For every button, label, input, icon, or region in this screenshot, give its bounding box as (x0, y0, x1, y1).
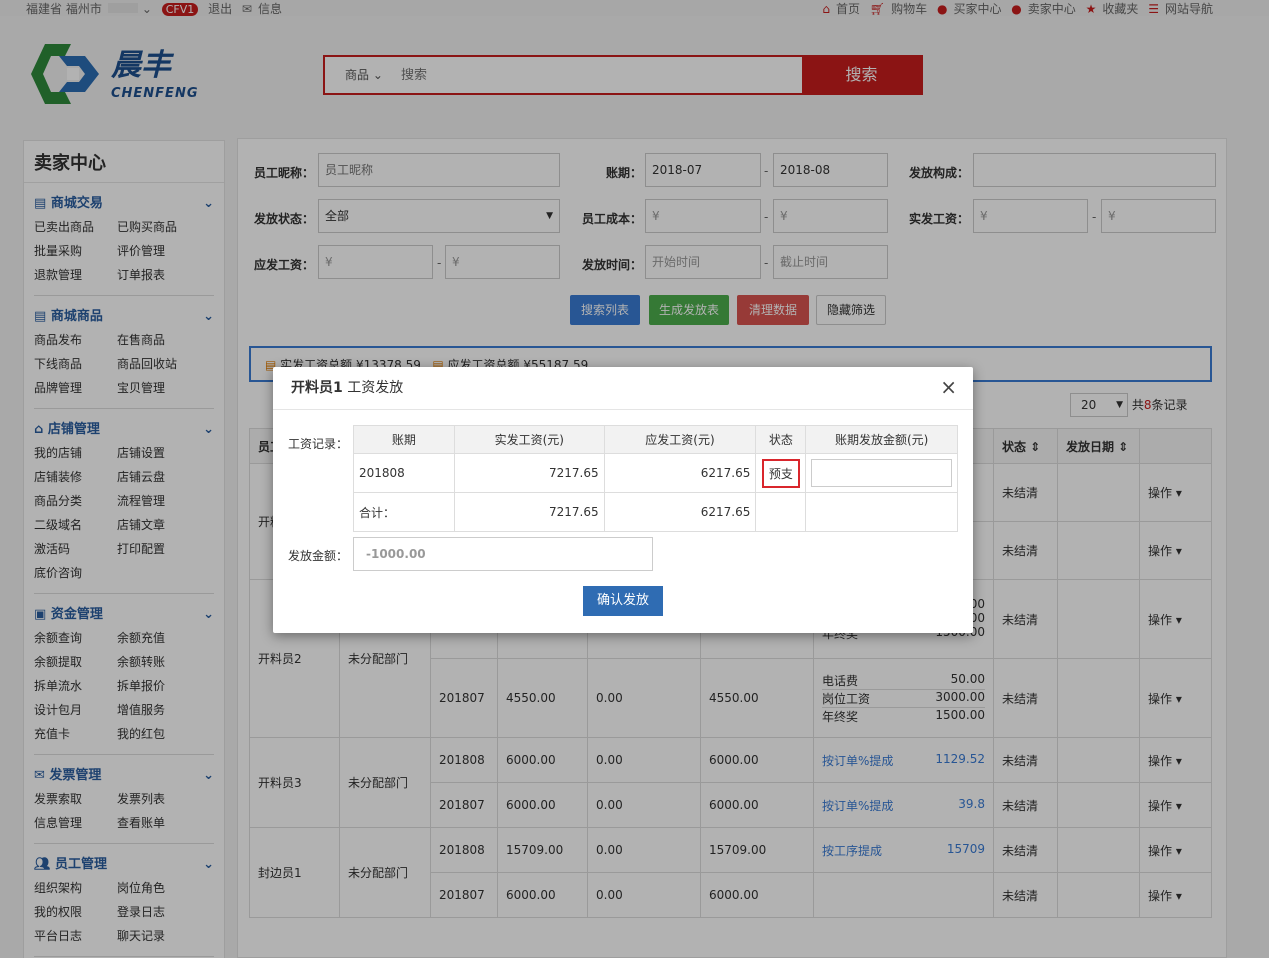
sum-label: 合计： (353, 492, 455, 532)
status-badge: 预支 (761, 458, 800, 488)
record-label: 工资记录： (288, 437, 349, 451)
salary-payout-dialog: 开料员1 工资发放 × 工资记录： 账期 实发工资(元) 应发工资(元) 状态 … (273, 367, 973, 633)
dialog-title: 开料员1 工资发放 (273, 367, 973, 410)
amount-input[interactable]: -1000.00 (353, 537, 653, 571)
period-cell: 201808 (353, 453, 455, 493)
period-amount-input[interactable] (811, 459, 952, 487)
salary-record-table: 账期 实发工资(元) 应发工资(元) 状态 账期发放金额(元) 201808 7… (353, 425, 958, 532)
amount-label: 发放金额： (288, 549, 349, 563)
actual-cell: 7217.65 (453, 453, 605, 493)
confirm-payout-button[interactable]: 确认发放 (583, 586, 663, 616)
due-cell: 6217.65 (603, 453, 757, 493)
close-icon[interactable]: × (940, 377, 957, 397)
sum-actual: 7217.65 (453, 492, 605, 532)
sum-due: 6217.65 (603, 492, 757, 532)
